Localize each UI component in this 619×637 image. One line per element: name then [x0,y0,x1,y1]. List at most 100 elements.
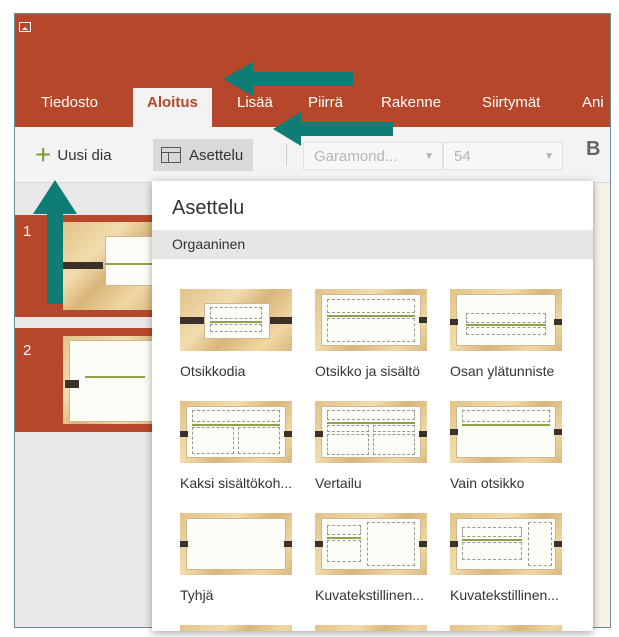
menu-title: Asettelu [172,197,245,219]
layout-preview [315,401,427,463]
layout-rule [327,315,415,317]
layout-preview [450,513,562,575]
slide-number: 2 [23,342,32,359]
picture-placeholder [528,522,552,566]
bold-button[interactable]: B [586,138,600,161]
text-placeholder [466,327,546,335]
slide-bar [65,380,79,388]
title-placeholder [466,313,546,323]
font-size-dropdown[interactable]: 54 ▼ [443,142,563,170]
layout-rule [327,422,415,424]
layout-preview [450,289,562,351]
slide-rule [105,263,155,265]
content-right-placeholder [373,434,415,455]
tab-design[interactable]: Rakenne [381,94,441,111]
layout-rule [462,539,522,541]
new-slide-label: Uusi dia [57,146,112,164]
menu-section-header: Orgaaninen [152,230,593,259]
title-placeholder [327,410,415,420]
layout-bar [419,431,427,437]
layout-bar [450,541,458,547]
layout-label: Kaksi sisältökoh... [180,475,293,491]
new-slide-button[interactable]: + Uusi dia [35,139,112,171]
layout-rule [210,321,262,323]
layout-picture-with-caption[interactable]: Kuvatekstillinen... [442,513,562,613]
layout-button[interactable]: Asettelu [153,139,254,171]
layout-preview [180,513,292,575]
layout-bar [554,541,562,547]
layout-bar [554,429,562,435]
heading-right-placeholder [373,425,415,432]
caption-title-placeholder [462,527,522,537]
tab-animations[interactable]: Ani [582,94,604,111]
layout-preview-partial[interactable] [315,625,427,631]
layout-section-header[interactable]: Osan ylätunniste [442,289,562,389]
slide-canvas-edge [595,183,610,627]
plus-icon: + [35,139,52,170]
layout-label: Otsikko ja sisältö [315,363,421,379]
font-size-value: 54 [454,148,471,165]
caption-text-placeholder [462,542,522,560]
slide-number: 1 [23,223,32,240]
layout-rule [466,324,546,326]
tab-transitions[interactable]: Siirtymät [482,94,540,111]
layout-label: Otsikkodia [180,363,246,379]
layout-bar [419,317,427,323]
title-placeholder [462,410,550,422]
layout-bar [315,541,323,547]
content-left-placeholder [192,427,234,454]
layout-bar [554,319,562,325]
caption-title-placeholder [327,525,361,535]
layout-title-only[interactable]: Vain otsikko [442,401,562,501]
slide-thumbnail-2[interactable]: 2 [15,328,155,432]
layout-bar [315,431,323,437]
layout-preview [180,401,292,463]
layout-label: Asettelu [189,146,244,164]
chevron-down-icon: ▼ [424,151,434,162]
layout-paper [186,518,286,570]
layout-two-content[interactable]: Kaksi sisältökoh... [172,401,292,501]
layout-title-content[interactable]: Otsikko ja sisältö [307,289,427,389]
layout-bar [450,429,458,435]
content-placeholder [367,522,415,566]
layout-label: Osan ylätunniste [450,363,555,379]
layout-comparison[interactable]: Vertailu [307,401,427,501]
layout-preview [180,289,292,351]
content-left-placeholder [327,434,369,455]
layout-label: Kuvatekstillinen... [450,587,559,603]
layout-label: Kuvatekstillinen... [315,587,424,603]
chevron-down-icon: ▼ [544,151,554,162]
layout-bar [419,541,427,547]
annotation-arrow-icon [33,180,77,304]
font-name-value: Garamond... [314,148,398,165]
tab-home[interactable]: Aloitus [133,88,212,128]
title-placeholder [192,410,280,422]
layout-content-with-caption[interactable]: Kuvatekstillinen... [307,513,427,613]
tab-file[interactable]: Tiedosto [41,94,98,111]
layout-preview-partial[interactable] [450,625,562,631]
content-right-placeholder [238,427,280,454]
layout-rule [462,424,550,426]
layout-title-slide[interactable]: Otsikkodia [172,289,292,389]
annotation-arrow-icon [273,112,393,146]
layout-icon [161,147,181,163]
slide-rule [85,376,145,378]
content-placeholder [327,318,415,342]
layout-menu: Asettelu Orgaaninen Otsikkodia Otsikko j… [152,181,593,631]
layout-preview [450,401,562,463]
layout-preview [315,513,427,575]
layout-preview-partial[interactable] [180,625,292,631]
slide-preview [63,336,155,424]
slide-paper [69,340,153,422]
subtitle-placeholder [210,324,262,332]
layout-rule [327,537,361,539]
layout-bar [450,319,458,325]
annotation-arrow-icon [223,62,353,96]
title-placeholder [210,307,262,319]
layout-bar [284,541,292,547]
layout-preview [315,289,427,351]
layout-blank[interactable]: Tyhjä [172,513,292,613]
layout-bar [284,431,292,437]
caption-text-placeholder [327,540,361,562]
slide-icon [19,22,31,32]
